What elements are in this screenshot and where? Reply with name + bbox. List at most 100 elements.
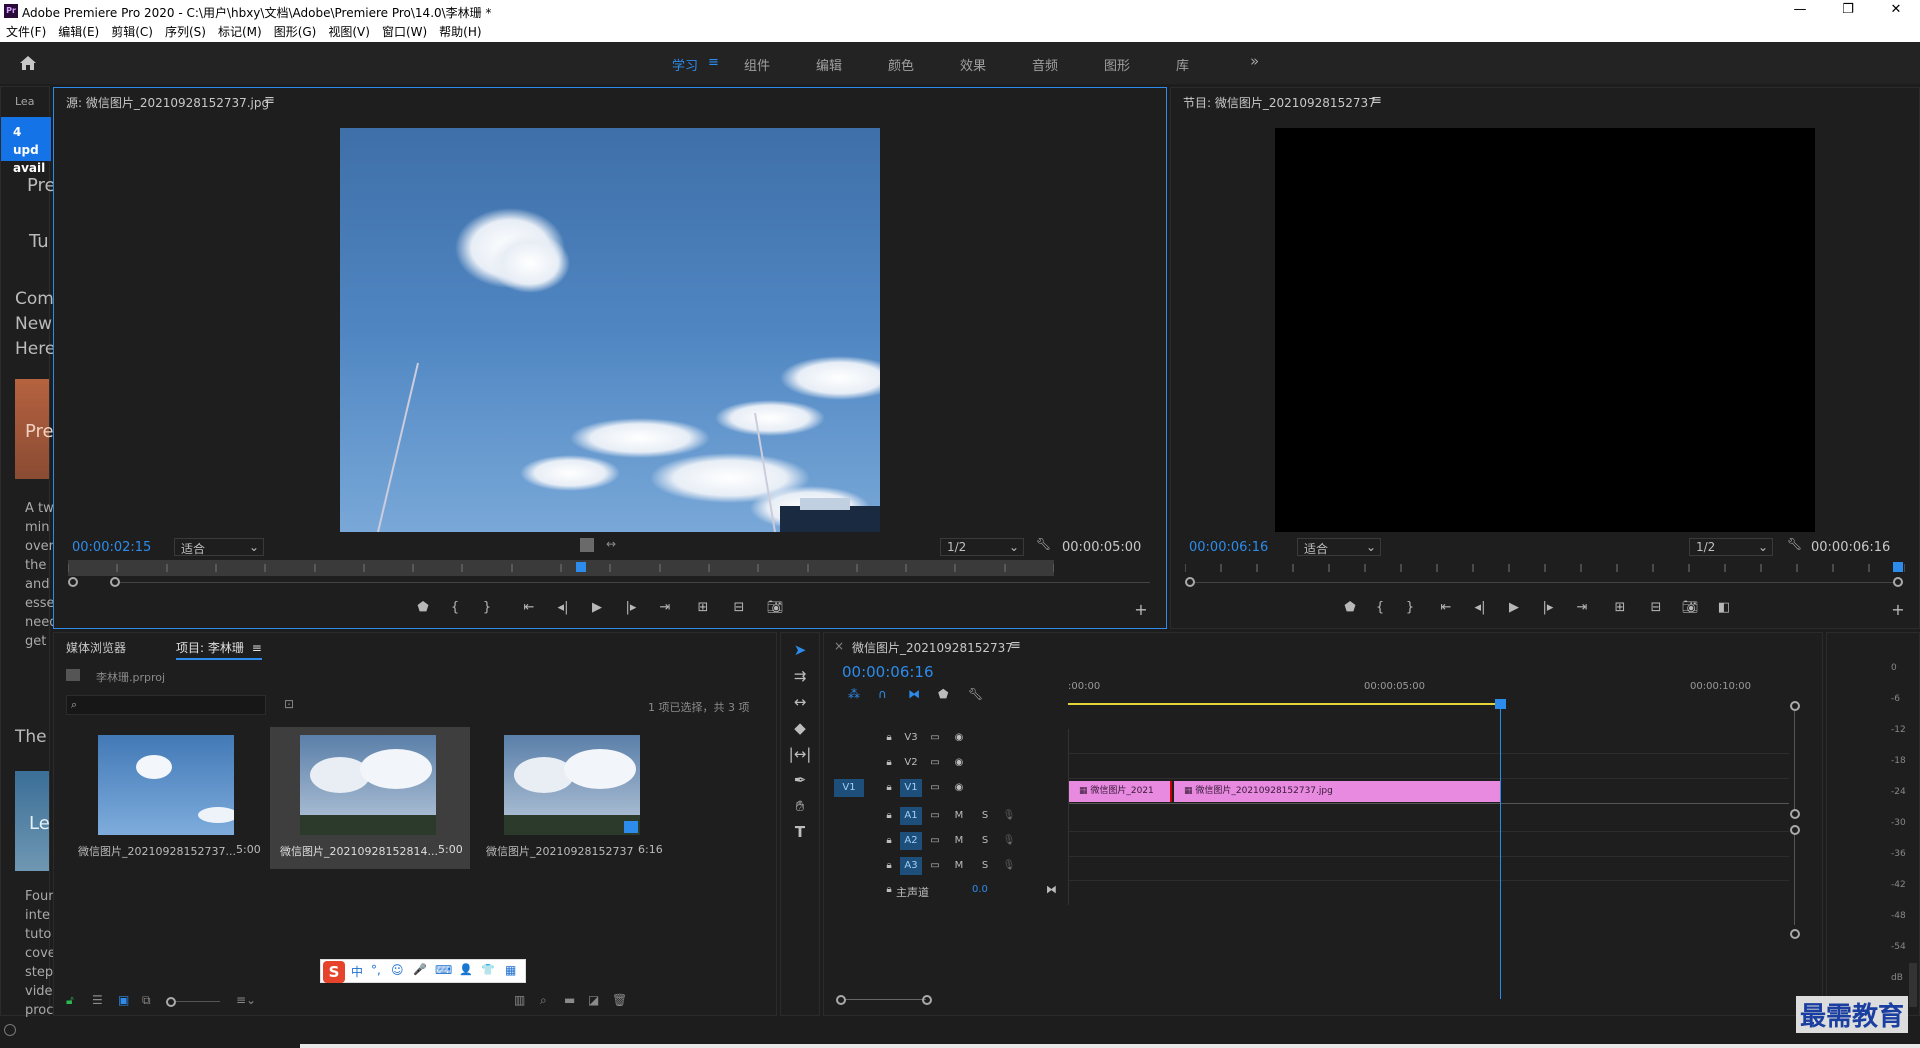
export-frame-icon[interactable]: 📷︎ <box>764 600 786 615</box>
workspace-libraries[interactable]: 库 <box>1176 55 1189 74</box>
ime-voice-icon[interactable]: 🎤 <box>413 963 427 976</box>
comparison-view-icon[interactable]: ◧ <box>1713 600 1735 615</box>
extract-icon[interactable]: ⊟ <box>1645 600 1667 615</box>
menu-view[interactable]: 视图(V) <box>322 22 376 42</box>
timeline-vertical-scrollbar[interactable] <box>1790 693 1800 993</box>
sync-lock-icon[interactable]: ▭ <box>924 857 946 875</box>
solo-button[interactable]: S <box>974 807 996 825</box>
find-icon[interactable]: ⌕ <box>540 993 547 1008</box>
ime-mode[interactable]: 中 <box>351 963 363 980</box>
sync-lock-icon[interactable]: ▭ <box>924 754 946 772</box>
menu-clip[interactable]: 剪辑(C) <box>105 22 159 42</box>
learn-thumbnail[interactable]: Pre <box>15 379 54 479</box>
workspace-effects[interactable]: 效果 <box>960 55 986 74</box>
program-settings-wrench-icon[interactable]: 🔧︎ <box>1787 537 1802 551</box>
play-icon[interactable]: ▶ <box>586 600 608 615</box>
work-area-bar[interactable] <box>1068 703 1498 705</box>
eye-icon[interactable]: ◉ <box>948 779 970 797</box>
close-button[interactable]: ✕ <box>1876 2 1916 20</box>
step-back-icon[interactable]: ◂| <box>1469 600 1491 615</box>
source-settings-wrench-icon[interactable]: 🔧︎ <box>1036 537 1051 551</box>
eye-icon[interactable]: ◉ <box>948 729 970 747</box>
new-search-bin-icon[interactable]: ⊡ <box>284 697 294 711</box>
menu-window[interactable]: 窗口(W) <box>376 22 433 42</box>
sort-icon[interactable]: ≡⌄ <box>236 993 256 1007</box>
type-tool-icon[interactable]: T <box>787 823 813 845</box>
workspace-menu-icon[interactable]: ≡ <box>708 55 719 70</box>
mic-icon[interactable]: 🎙︎ <box>998 857 1020 875</box>
program-add-button-icon[interactable]: + <box>1887 600 1909 619</box>
program-fit-dropdown[interactable]: 适合 ⌄ <box>1297 538 1381 556</box>
sync-lock-icon[interactable]: ▭ <box>924 729 946 747</box>
track-label[interactable]: V1 <box>900 779 922 797</box>
linked-selection-icon[interactable]: ⧓ <box>908 687 920 701</box>
workspace-editing[interactable]: 编辑 <box>816 55 842 74</box>
track-select-tool-icon[interactable]: ⇉ <box>787 667 813 689</box>
source-timeline-ruler[interactable] <box>67 560 1055 576</box>
sync-lock-icon[interactable]: ▭ <box>924 779 946 797</box>
timeline-close-icon[interactable]: × <box>834 639 844 653</box>
slip-tool-icon[interactable]: |↔| <box>787 745 813 767</box>
learn-tab[interactable]: Lea <box>15 95 34 108</box>
program-resolution-dropdown[interactable]: 1/2 ⌄ <box>1689 538 1773 556</box>
export-frame-icon[interactable]: 📷︎ <box>1679 600 1701 615</box>
solo-button[interactable]: S <box>974 832 996 850</box>
workspace-color[interactable]: 颜色 <box>888 55 914 74</box>
track-lock-icon[interactable]: 🔒︎ <box>878 832 900 850</box>
go-to-in-icon[interactable]: ⇤ <box>518 600 540 615</box>
workspace-assembly[interactable]: 组件 <box>744 55 770 74</box>
track-lock-icon[interactable]: 🔒︎ <box>878 857 900 875</box>
list-view-icon[interactable]: ☰ <box>92 993 103 1007</box>
mark-in-icon[interactable]: { <box>444 600 466 615</box>
zoom-slider-track[interactable] <box>176 1001 220 1002</box>
mark-out-icon[interactable]: } <box>1399 600 1421 615</box>
play-icon[interactable]: ▶ <box>1503 600 1525 615</box>
selection-tool-icon[interactable]: ➤ <box>787 641 813 663</box>
ime-skin-icon[interactable]: 👕 <box>481 963 495 976</box>
project-item-selected[interactable]: 微信图片_20210928152814... 5:00 <box>270 727 470 869</box>
ime-toolbar[interactable]: S 中 °, ☺ 🎤 ⌨ 👤 👕 ▦ <box>320 959 526 983</box>
source-audio-drag-icon[interactable]: ↔ <box>606 537 616 551</box>
razor-tool-icon[interactable]: ◆ <box>787 719 813 741</box>
pen-tool-icon[interactable]: ✒ <box>787 771 813 793</box>
update-banner[interactable]: 4 upd avail <box>1 117 51 175</box>
program-video-frame[interactable] <box>1275 128 1815 532</box>
learn-thumbnail-2[interactable]: Le <box>15 771 50 871</box>
ime-keyboard-icon[interactable]: ⌨ <box>435 963 452 977</box>
source-video-frame[interactable] <box>340 128 880 532</box>
project-item-thumbnail[interactable] <box>300 735 436 835</box>
track-lock-icon[interactable]: 🔒︎ <box>878 807 900 825</box>
timeline-ruler[interactable]: :00:00 00:00:05:00 00:00:10:00 <box>1068 675 1788 699</box>
timeline-menu-icon[interactable]: ≡ <box>1010 638 1021 653</box>
sync-lock-icon[interactable]: ▭ <box>924 832 946 850</box>
workspace-learn[interactable]: 学习 <box>672 55 698 74</box>
restore-button[interactable]: ❐ <box>1828 2 1868 20</box>
nest-icon[interactable]: ⁂ <box>848 687 860 701</box>
trash-icon[interactable]: 🗑︎ <box>612 993 627 1007</box>
track-lock-icon[interactable]: 🔒︎ <box>878 779 900 797</box>
mark-out-icon[interactable]: } <box>476 600 498 615</box>
master-volume[interactable]: 0.0 <box>972 884 988 895</box>
new-bin-icon[interactable]: ▬ <box>564 993 575 1007</box>
timeline-timecode[interactable]: 00:00:06:16 <box>842 663 934 681</box>
master-nav-icon[interactable]: ⧓ <box>1046 883 1057 896</box>
project-item[interactable]: 微信图片_20210928152737... 5:00 <box>66 727 261 867</box>
ime-user-icon[interactable]: 👤 <box>459 963 473 976</box>
eye-icon[interactable]: ◉ <box>948 754 970 772</box>
tab-media-browser[interactable]: 媒体浏览器 <box>66 639 126 656</box>
playhead[interactable] <box>1495 699 1506 999</box>
source-resolution-dropdown[interactable]: 1/2 ⌄ <box>940 538 1024 556</box>
program-zoom-bar[interactable] <box>1185 577 1905 587</box>
source-zoom-bar[interactable] <box>68 577 1150 587</box>
source-fit-dropdown[interactable]: 适合 ⌄ <box>174 538 264 556</box>
add-marker-icon[interactable]: ⬟ <box>938 687 948 701</box>
workspace-more-icon[interactable]: » <box>1250 52 1259 70</box>
minimize-button[interactable]: — <box>1780 2 1820 20</box>
mute-button[interactable]: M <box>948 807 970 825</box>
solo-button[interactable]: S <box>974 857 996 875</box>
snap-icon[interactable]: ∩ <box>878 687 887 701</box>
project-item[interactable]: 微信图片_20210928152737 6:16 <box>474 727 674 867</box>
go-to-in-icon[interactable]: ⇤ <box>1435 600 1457 615</box>
mic-icon[interactable]: 🎙︎ <box>998 807 1020 825</box>
add-marker-icon[interactable]: ⬟ <box>412 600 434 615</box>
